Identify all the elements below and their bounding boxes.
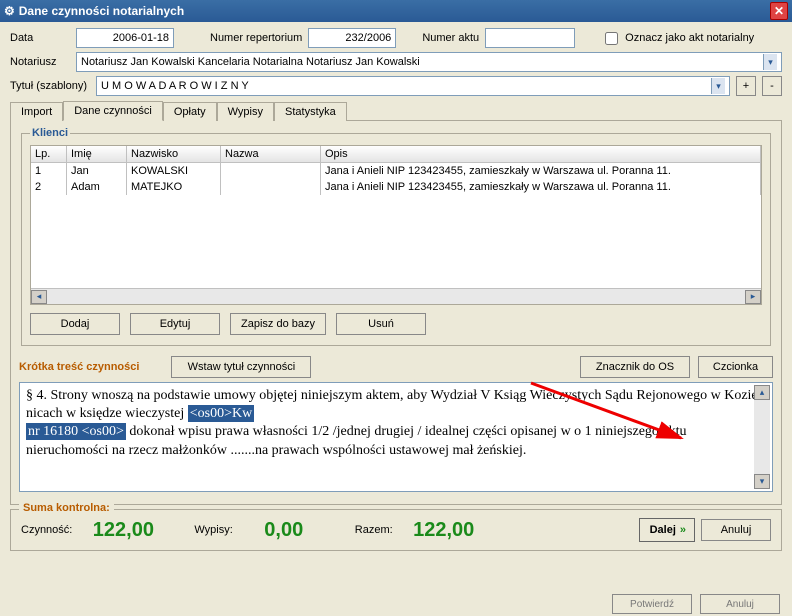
panel-dane-czynnosci: Klienci Lp. Imię Nazwisko Nazwa Opis 1 J… — [10, 121, 782, 505]
znacznik-os-button[interactable]: Znacznik do OS — [580, 356, 690, 378]
potwierdz-button[interactable]: Potwierdź — [612, 594, 692, 614]
cell-opis: Jana i Anieli NIP 123423455, zamieszkały… — [321, 179, 761, 195]
dodaj-button[interactable]: Dodaj — [30, 313, 120, 335]
tresc-text-after: dokonał wpisu prawa własności 1/2 /jedne… — [26, 424, 687, 457]
vscrollbar[interactable]: ▴ ▾ — [754, 385, 770, 489]
label-numer-aktu: Numer aktu — [422, 32, 479, 44]
field-data[interactable] — [76, 28, 174, 48]
field-numer-repertorium[interactable] — [308, 28, 396, 48]
cell-lp: 2 — [31, 179, 67, 195]
group-klienci: Klienci Lp. Imię Nazwisko Nazwa Opis 1 J… — [21, 127, 771, 346]
chevron-down-icon: ▾ — [711, 78, 725, 94]
cell-nazwa — [221, 179, 321, 195]
col-nazwa[interactable]: Nazwa — [221, 146, 321, 162]
tresc-text-before: § 4. Strony wnoszą na podstawie umowy ob… — [26, 388, 758, 421]
col-imie[interactable]: Imię — [67, 146, 127, 162]
minus-button[interactable]: - — [762, 76, 782, 96]
table-row[interactable]: 1 Jan KOWALSKI Jana i Anieli NIP 1234234… — [31, 163, 761, 179]
grid-body: 1 Jan KOWALSKI Jana i Anieli NIP 1234234… — [31, 163, 761, 288]
titlebar: ⚙ Dane czynności notarialnych ✕ — [0, 0, 792, 22]
footer-buttons: Potwierdź Anuluj — [612, 594, 780, 614]
cell-nazwisko: KOWALSKI — [127, 163, 221, 179]
window-title: Dane czynności notarialnych — [19, 4, 184, 18]
tab-import[interactable]: Import — [10, 102, 63, 121]
razem-label: Razem: — [355, 524, 393, 536]
scroll-left-icon[interactable]: ◂ — [31, 290, 47, 304]
combo-notariusz-value: Notariusz Jan Kowalski Kancelaria Notari… — [81, 56, 763, 68]
suma-title: Suma kontrolna: — [19, 502, 114, 514]
table-row[interactable]: 2 Adam MATEJKO Jana i Anieli NIP 1234234… — [31, 179, 761, 195]
cell-imie: Jan — [67, 163, 127, 179]
cell-opis: Jana i Anieli NIP 123423455, zamieszkały… — [321, 163, 761, 179]
label-numer-repertorium: Numer repertorium — [210, 32, 302, 44]
klienci-title: Klienci — [30, 127, 70, 139]
field-numer-aktu[interactable] — [485, 28, 575, 48]
chevron-down-icon: ▾ — [763, 54, 777, 70]
dalej-label: Dalej — [650, 524, 676, 536]
tabs: Import Dane czynności Opłaty Wypisy Stat… — [10, 100, 782, 121]
klienci-grid[interactable]: Lp. Imię Nazwisko Nazwa Opis 1 Jan KOWAL… — [30, 145, 762, 305]
czcionka-button[interactable]: Czcionka — [698, 356, 773, 378]
tresc-highlight-1: <os00>Kw — [188, 405, 254, 422]
header-form: Data Numer repertorium Numer aktu Oznacz… — [0, 22, 792, 96]
cell-imie: Adam — [67, 179, 127, 195]
wypisy-label: Wypisy: — [194, 524, 232, 536]
chevrons-right-icon: » — [680, 524, 684, 536]
col-opis[interactable]: Opis — [321, 146, 761, 162]
anuluj-button[interactable]: Anuluj — [701, 519, 771, 541]
label-tytul: Tytuł (szablony) — [10, 80, 90, 92]
combo-tytul-value: U M O W A D A R O W I Z N Y — [101, 80, 711, 92]
tresc-highlight-2: nr 16180 <os00> — [26, 423, 126, 440]
checkbox-oznacz-akt[interactable] — [605, 32, 618, 45]
usun-button[interactable]: Usuń — [336, 313, 426, 335]
cell-lp: 1 — [31, 163, 67, 179]
dalej-button[interactable]: Dalej » — [639, 518, 695, 542]
scroll-right-icon[interactable]: ▸ — [745, 290, 761, 304]
scrollbar-track[interactable] — [47, 290, 745, 304]
plus-button[interactable]: + — [736, 76, 756, 96]
tresc-title: Krótka treść czynności — [19, 361, 139, 373]
label-data: Data — [10, 32, 70, 44]
cell-nazwisko: MATEJKO — [127, 179, 221, 195]
czynnosc-label: Czynność: — [21, 524, 72, 536]
czynnosc-value: 122,00 — [78, 519, 168, 542]
scroll-up-icon[interactable]: ▴ — [754, 385, 770, 400]
wypisy-value: 0,00 — [239, 519, 329, 542]
razem-value: 122,00 — [399, 519, 489, 542]
anuluj2-button[interactable]: Anuluj — [700, 594, 780, 614]
scroll-down-icon[interactable]: ▾ — [754, 474, 770, 489]
tab-dane-czynnosci[interactable]: Dane czynności — [63, 101, 163, 121]
edytuj-button[interactable]: Edytuj — [130, 313, 220, 335]
scrollbar-track-v[interactable] — [754, 400, 770, 474]
label-notariusz: Notariusz — [10, 56, 70, 68]
label-oznacz-akt: Oznacz jako akt notarialny — [625, 32, 754, 44]
combo-tytul[interactable]: U M O W A D A R O W I Z N Y ▾ — [96, 76, 730, 96]
cell-nazwa — [221, 163, 321, 179]
zapisz-button[interactable]: Zapisz do bazy — [230, 313, 326, 335]
wstaw-tytul-button[interactable]: Wstaw tytuł czynności — [171, 356, 311, 378]
col-nazwisko[interactable]: Nazwisko — [127, 146, 221, 162]
window-icon: ⚙ — [4, 4, 15, 18]
close-button[interactable]: ✕ — [770, 2, 788, 20]
tab-oplaty[interactable]: Opłaty — [163, 102, 217, 121]
tab-wypisy[interactable]: Wypisy — [217, 102, 274, 121]
suma-kontrolna: Suma kontrolna: Czynność: 122,00 Wypisy:… — [10, 509, 782, 551]
tresc-textarea[interactable]: § 4. Strony wnoszą na podstawie umowy ob… — [19, 382, 773, 492]
combo-notariusz[interactable]: Notariusz Jan Kowalski Kancelaria Notari… — [76, 52, 782, 72]
hscrollbar[interactable]: ◂ ▸ — [31, 288, 761, 304]
col-lp[interactable]: Lp. — [31, 146, 67, 162]
tab-statystyka[interactable]: Statystyka — [274, 102, 347, 121]
grid-header: Lp. Imię Nazwisko Nazwa Opis — [31, 146, 761, 163]
